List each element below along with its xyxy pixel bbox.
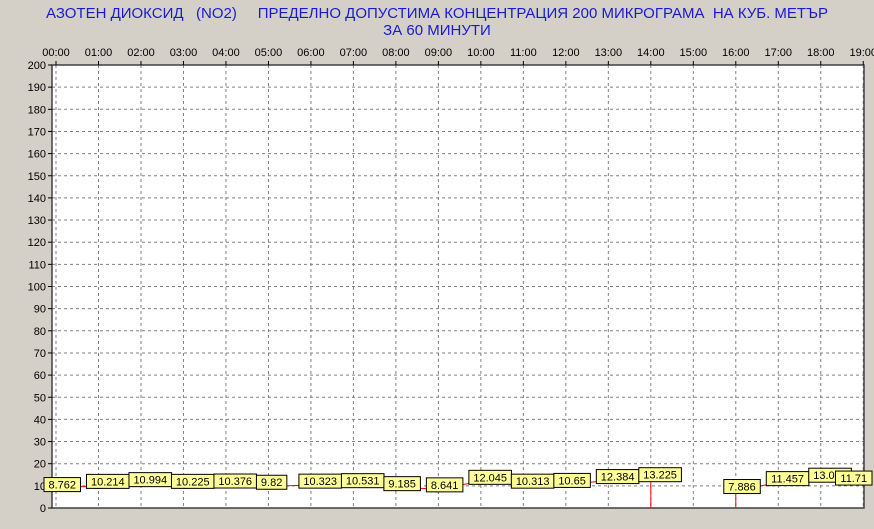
y-tick-label: 80 <box>34 326 46 338</box>
y-tick-label: 20 <box>34 459 46 471</box>
data-label: 9.82 <box>261 477 282 489</box>
data-label: 10.313 <box>516 476 550 488</box>
x-tick-label: 16:00 <box>722 47 750 59</box>
data-label: 7.886 <box>728 482 756 494</box>
x-tick-label: 12:00 <box>552 47 580 59</box>
data-label: 11.71 <box>840 473 867 485</box>
y-tick-label: 0 <box>40 503 46 515</box>
x-tick-label: 13:00 <box>595 47 623 59</box>
y-tick-label: 40 <box>34 414 46 426</box>
x-tick-label: 06:00 <box>297 47 325 59</box>
y-tick-label: 130 <box>28 215 46 227</box>
data-label: 10.531 <box>346 476 380 488</box>
y-axis: 0102030405060708090100110120130140150160… <box>28 60 52 515</box>
data-label: 10.994 <box>133 475 167 487</box>
x-tick-label: 07:00 <box>340 47 368 59</box>
x-tick-label: 11:00 <box>510 47 537 59</box>
x-tick-label: 10:00 <box>467 47 495 59</box>
line-chart: 0102030405060708090100110120130140150160… <box>28 47 874 515</box>
y-tick-label: 200 <box>28 60 46 72</box>
data-label: 10.214 <box>91 476 125 488</box>
y-tick-label: 160 <box>28 149 46 161</box>
y-tick-label: 50 <box>34 392 46 404</box>
x-tick-label: 02:00 <box>127 47 155 59</box>
x-axis: 00:00 01:00 02:00 03:00 04:00 05:00 06:00 07:00… <box>42 47 874 65</box>
x-tick-label: 14:00 <box>637 47 665 59</box>
x-tick-label: 15:00 <box>680 47 708 59</box>
y-tick-label: 180 <box>28 104 46 116</box>
x-tick-label: 04:00 <box>212 47 240 59</box>
y-tick-label: 60 <box>34 370 46 382</box>
data-label: 10.65 <box>558 475 586 487</box>
data-label: 8.762 <box>48 480 76 492</box>
x-tick-label: 03:00 <box>170 47 198 59</box>
y-tick-label: 70 <box>34 348 46 360</box>
x-tick-label: 05:00 <box>255 47 283 59</box>
y-tick-label: 30 <box>34 437 46 449</box>
data-label: 10.323 <box>303 476 337 488</box>
y-tick-label: 90 <box>34 304 46 316</box>
y-tick-label: 190 <box>28 82 46 94</box>
data-label: 10.225 <box>176 476 210 488</box>
x-tick-label: 17:00 <box>765 47 793 59</box>
x-tick-label: 08:00 <box>382 47 410 59</box>
y-tick-label: 100 <box>28 282 46 294</box>
x-tick-label: 18:00 <box>807 47 835 59</box>
data-label: 12.045 <box>473 472 507 484</box>
y-tick-label: 110 <box>28 259 46 271</box>
data-label: 9.185 <box>388 479 416 491</box>
y-tick-label: 170 <box>28 126 46 138</box>
x-tick-label: 01:00 <box>85 47 113 59</box>
data-label: 10.376 <box>218 476 252 488</box>
x-tick-label: 09:00 <box>425 47 453 59</box>
data-label: 8.641 <box>431 480 459 492</box>
y-tick-label: 150 <box>28 171 46 183</box>
data-label: 13.225 <box>643 470 677 482</box>
y-tick-label: 140 <box>28 193 46 205</box>
data-label: 12.384 <box>601 472 635 484</box>
y-tick-label: 120 <box>28 237 46 249</box>
x-tick-label: 00:00 <box>42 47 70 59</box>
data-label: 11.457 <box>771 474 804 486</box>
x-tick-label: 19:00 <box>849 47 874 59</box>
